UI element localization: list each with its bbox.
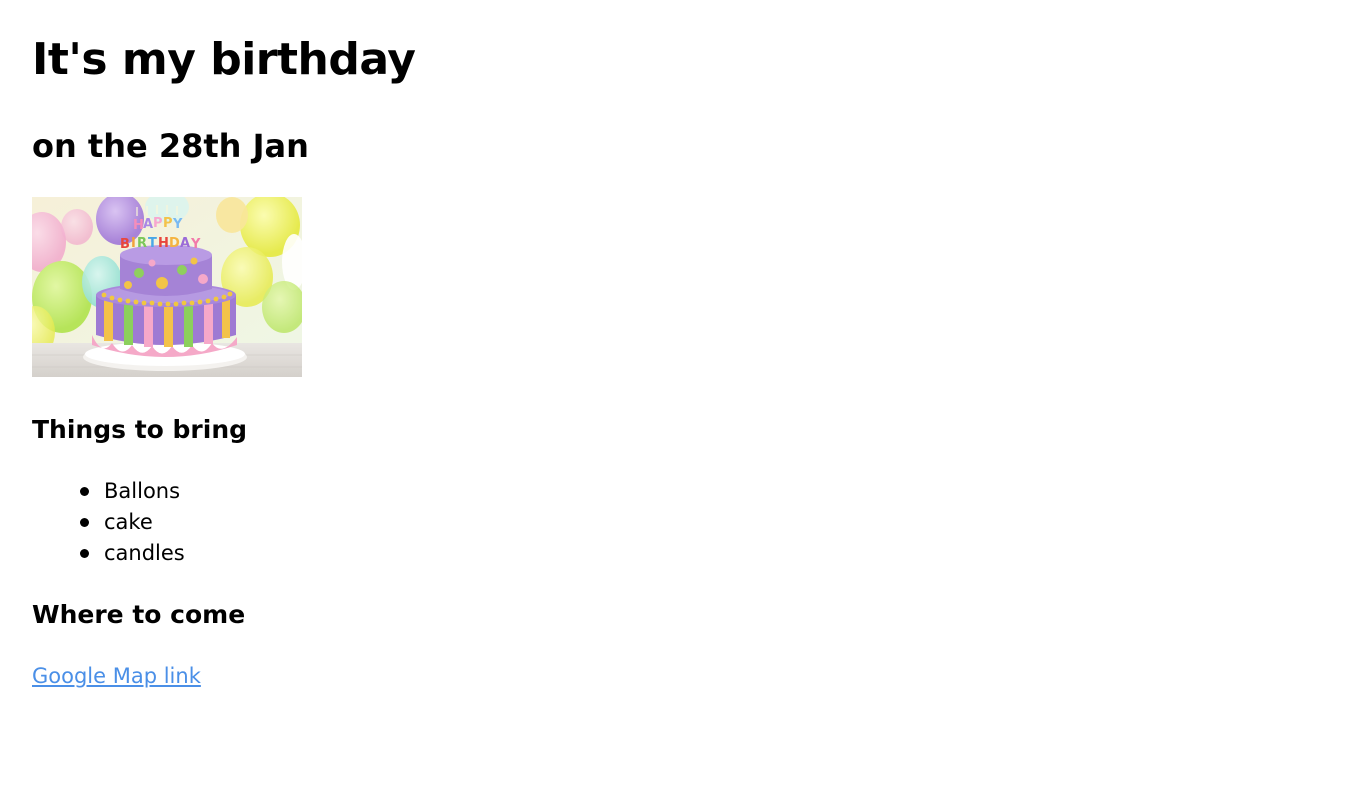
list-item-label: cake [104,510,153,534]
page-title: It's my birthday [32,34,416,85]
bullet-icon [80,518,89,527]
birthday-cake-image: H A P P Y B I R T H D A Y [32,197,302,377]
svg-text:A: A [143,217,153,232]
google-map-link[interactable]: Google Map link [32,661,201,691]
svg-text:Y: Y [190,237,201,252]
svg-text:Y: Y [172,217,183,232]
list-item-label: candles [104,541,185,565]
list-item: Ballons [80,476,185,507]
svg-text:A: A [180,236,190,251]
svg-text:R: R [137,236,147,251]
list-item: cake [80,507,185,538]
list-item-label: Ballons [104,479,181,503]
page-subtitle: on the 28th Jan [32,127,309,165]
bullet-icon [80,487,89,496]
bullet-icon [80,549,89,558]
where-to-come-heading: Where to come [32,600,246,629]
svg-text:P: P [153,216,163,231]
svg-text:H: H [158,236,169,251]
svg-text:P: P [163,216,173,231]
things-to-bring-heading: Things to bring [32,415,248,444]
svg-text:T: T [148,236,157,251]
things-to-bring-list: Ballons cake candles [80,476,185,569]
list-item: candles [80,538,185,569]
svg-text:B: B [120,237,130,252]
svg-text:D: D [169,236,180,251]
svg-text:I: I [131,236,136,251]
